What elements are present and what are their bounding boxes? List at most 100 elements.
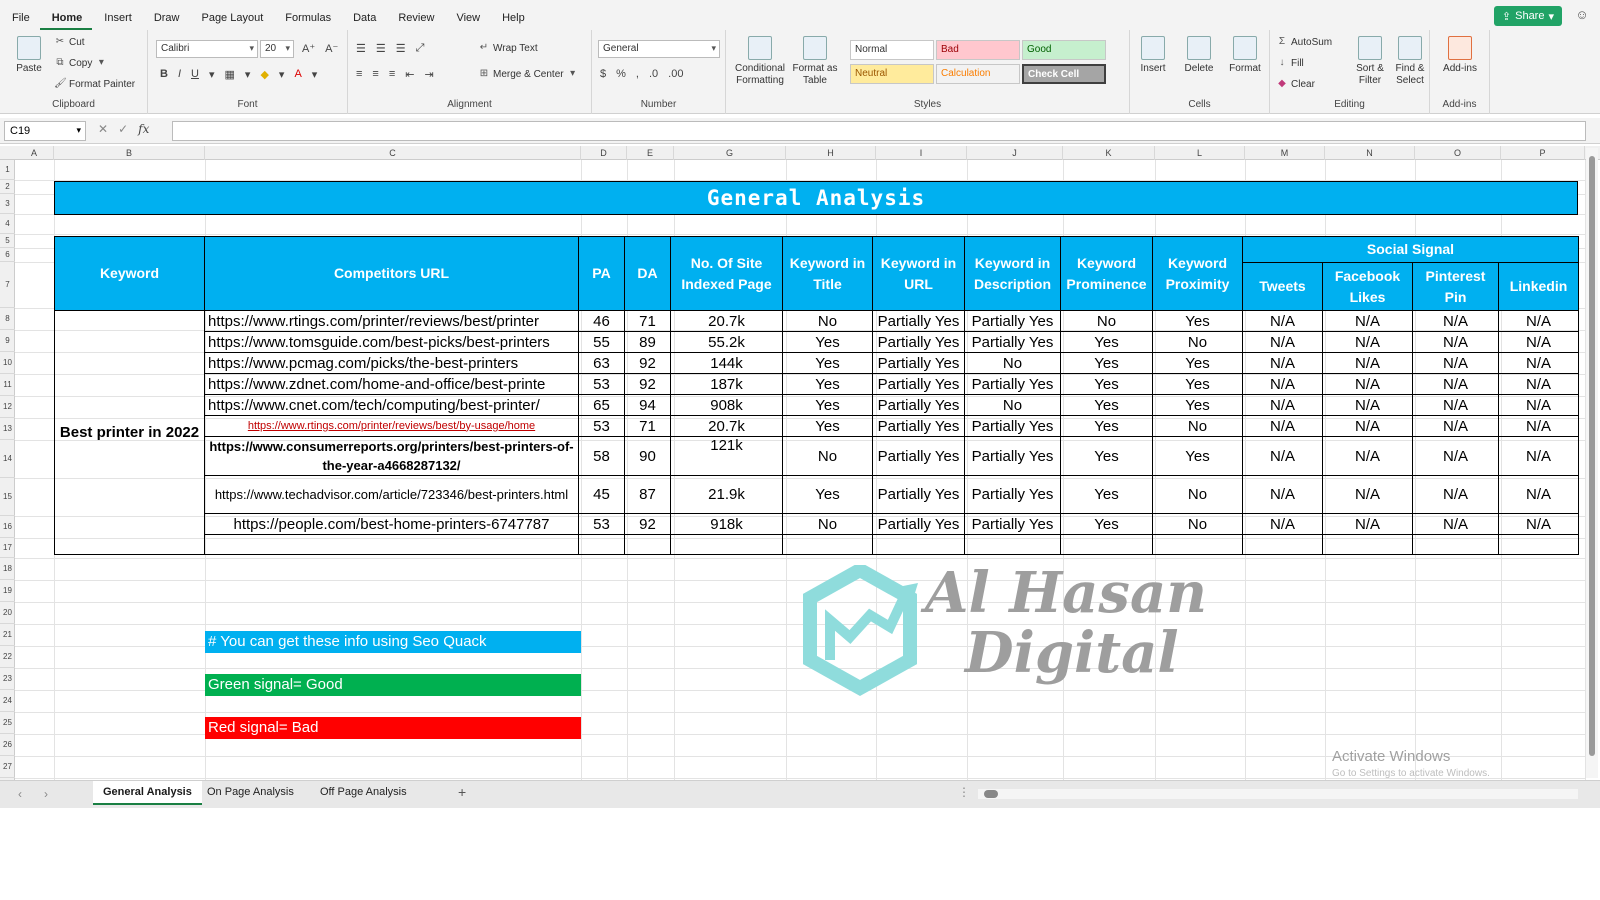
pinterest-pin-cell[interactable]: N/A [1412, 475, 1499, 514]
keyword-prominence-cell[interactable]: Yes [1060, 513, 1153, 535]
font-name-dropdown[interactable]: Calibri ▾ [156, 40, 258, 58]
sheet-tab-off-page-analysis[interactable]: Off Page Analysis [310, 781, 417, 805]
find-select-button[interactable]: Find & Select [1390, 36, 1430, 87]
header-competitors-url[interactable]: Competitors URL [204, 236, 579, 311]
chevron-down-icon[interactable]: ▾ [312, 68, 318, 81]
delete-cells-button[interactable]: Delete [1176, 36, 1222, 75]
currency-icon[interactable]: $ [600, 68, 606, 80]
keyword-in-url-cell[interactable]: Partially Yes [872, 513, 965, 535]
keyword-in-title-cell[interactable]: No [782, 513, 873, 535]
keyword-proximity-cell[interactable]: Yes [1152, 436, 1243, 476]
decrease-font-icon[interactable]: A⁻ [325, 42, 338, 55]
tweets-cell[interactable]: N/A [1242, 513, 1323, 535]
linkedin-cell[interactable]: N/A [1498, 310, 1579, 332]
keyword-in-description-cell[interactable]: Partially Yes [964, 513, 1061, 535]
keyword-prominence-cell[interactable]: Yes [1060, 394, 1153, 416]
sort-filter-button[interactable]: Sort & Filter [1350, 36, 1390, 87]
keyword-in-title-cell[interactable]: Yes [782, 352, 873, 374]
menu-help[interactable]: Help [490, 12, 535, 30]
facebook-likes-cell[interactable]: N/A [1322, 331, 1413, 353]
linkedin-cell[interactable]: N/A [1498, 352, 1579, 374]
row-header[interactable]: 11 [0, 374, 15, 396]
row-header[interactable]: 7 [0, 262, 15, 308]
clear-button[interactable]: ◆ Clear [1276, 78, 1315, 90]
vertical-scrollbar[interactable] [1586, 148, 1598, 778]
header-da[interactable]: DA [624, 236, 671, 311]
empty-cell[interactable] [1152, 534, 1243, 555]
empty-cell[interactable] [670, 534, 783, 555]
url-cell[interactable]: https://www.rtings.com/printer/reviews/b… [204, 310, 579, 332]
keyword-in-url-cell[interactable]: Partially Yes [872, 415, 965, 437]
linkedin-cell[interactable]: N/A [1498, 436, 1579, 476]
keyword-prominence-cell[interactable]: Yes [1060, 331, 1153, 353]
keyword-cell[interactable]: Best printer in 2022 [54, 310, 205, 555]
keyword-in-title-cell[interactable]: Yes [782, 415, 873, 437]
row-header[interactable]: 15 [0, 478, 15, 516]
format-cells-button[interactable]: Format [1222, 36, 1268, 75]
facebook-likes-cell[interactable]: N/A [1322, 373, 1413, 395]
pa-cell[interactable]: 65 [578, 394, 625, 416]
pa-cell[interactable]: 58 [578, 436, 625, 476]
empty-cell[interactable] [1060, 534, 1153, 555]
borders-icon[interactable]: ▦ [225, 68, 235, 81]
linkedin-cell[interactable]: N/A [1498, 373, 1579, 395]
empty-cell[interactable] [578, 534, 625, 555]
column-header[interactable]: I [876, 146, 967, 160]
keyword-prominence-cell[interactable]: Yes [1060, 475, 1153, 514]
keyword-in-description-cell[interactable]: Partially Yes [964, 475, 1061, 514]
keyword-in-url-cell[interactable]: Partially Yes [872, 310, 965, 332]
row-header[interactable]: 18 [0, 558, 15, 580]
header-keyword-in-url[interactable]: Keyword in URL [872, 236, 965, 311]
column-header[interactable]: D [581, 146, 627, 160]
tweets-cell[interactable]: N/A [1242, 331, 1323, 353]
menu-view[interactable]: View [444, 12, 490, 30]
empty-cell[interactable] [1498, 534, 1579, 555]
chevron-down-icon[interactable]: ▾ [245, 68, 251, 81]
keyword-prominence-cell[interactable]: Yes [1060, 352, 1153, 374]
percent-icon[interactable]: % [616, 68, 626, 80]
keyword-proximity-cell[interactable]: No [1152, 331, 1243, 353]
facebook-likes-cell[interactable]: N/A [1322, 415, 1413, 437]
row-header[interactable]: 17 [0, 538, 15, 558]
font-color-icon[interactable]: A [294, 68, 301, 81]
column-header[interactable]: E [627, 146, 674, 160]
keyword-in-url-cell[interactable]: Partially Yes [872, 352, 965, 374]
keyword-in-title-cell[interactable]: No [782, 436, 873, 476]
header-facebook-likes[interactable]: Facebook Likes [1322, 262, 1413, 311]
increase-indent-icon[interactable]: ⇥ [424, 68, 433, 81]
bold-icon[interactable]: B [160, 68, 168, 81]
row-header[interactable]: 10 [0, 352, 15, 374]
header-pa[interactable]: PA [578, 236, 625, 311]
pinterest-pin-cell[interactable]: N/A [1412, 373, 1499, 395]
url-cell[interactable]: https://www.zdnet.com/home-and-office/be… [204, 373, 579, 395]
fill-color-icon[interactable]: ◆ [260, 68, 268, 81]
keyword-in-title-cell[interactable]: Yes [782, 394, 873, 416]
tweets-cell[interactable]: N/A [1242, 394, 1323, 416]
menu-review[interactable]: Review [386, 12, 444, 30]
menu-draw[interactable]: Draw [142, 12, 190, 30]
column-header[interactable]: L [1155, 146, 1245, 160]
indexed-pages-cell[interactable]: 20.7k [670, 415, 783, 437]
horizontal-scroll-thumb[interactable] [984, 790, 998, 798]
insert-function-icon[interactable]: fx [138, 122, 149, 136]
header-keyword[interactable]: Keyword [54, 236, 205, 311]
menu-data[interactable]: Data [341, 12, 386, 30]
header-keyword-prominence[interactable]: Keyword Prominence [1060, 236, 1153, 311]
wrap-text-button[interactable]: ↵ Wrap Text [478, 42, 538, 54]
row-header[interactable]: 13 [0, 418, 15, 440]
pa-cell[interactable]: 63 [578, 352, 625, 374]
enter-icon[interactable]: ✓ [118, 122, 128, 136]
pinterest-pin-cell[interactable]: N/A [1412, 394, 1499, 416]
indexed-pages-cell[interactable]: 187k [670, 373, 783, 395]
add-sheet-icon[interactable]: + [458, 784, 466, 800]
da-cell[interactable]: 71 [624, 415, 671, 437]
row-header[interactable]: 9 [0, 330, 15, 352]
linkedin-cell[interactable]: N/A [1498, 513, 1579, 535]
number-format-dropdown[interactable]: General ▾ [598, 40, 720, 58]
keyword-proximity-cell[interactable]: Yes [1152, 373, 1243, 395]
empty-cell[interactable] [624, 534, 671, 555]
note-red-signal[interactable]: Red signal= Bad [205, 717, 581, 739]
column-header[interactable]: A [15, 146, 54, 160]
note-green-signal[interactable]: Green signal= Good [205, 674, 581, 696]
tweets-cell[interactable]: N/A [1242, 373, 1323, 395]
